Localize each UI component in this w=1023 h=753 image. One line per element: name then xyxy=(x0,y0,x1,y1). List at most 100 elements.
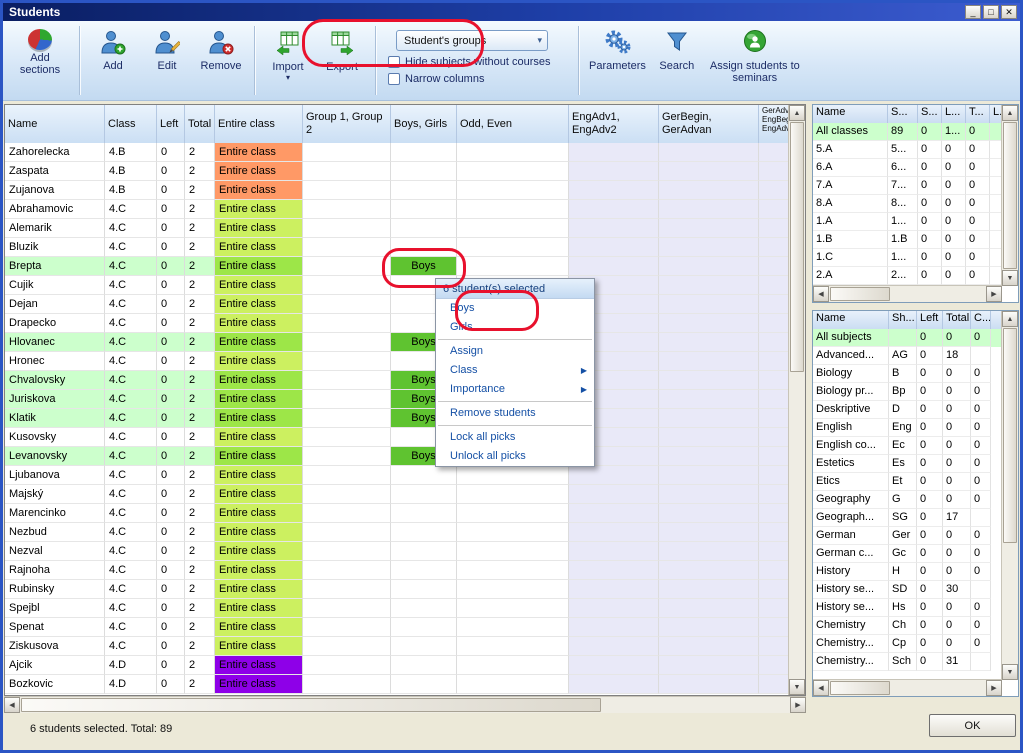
cell-name[interactable]: Ziskusova xyxy=(5,637,105,656)
cell-entire-class[interactable]: Entire class xyxy=(215,561,303,580)
cell-geradv[interactable] xyxy=(759,504,789,523)
cell-group[interactable] xyxy=(303,390,391,409)
cell-engadv[interactable] xyxy=(569,143,659,162)
cell[interactable]: Sch xyxy=(889,653,917,671)
cell-odd-even[interactable] xyxy=(457,675,569,694)
cell-left[interactable]: 0 xyxy=(157,599,185,618)
cell-class[interactable]: 4.C xyxy=(105,504,157,523)
cell-class[interactable]: 4.C xyxy=(105,352,157,371)
cell-group[interactable] xyxy=(303,238,391,257)
cell[interactable]: 0 xyxy=(942,231,966,249)
cell-group[interactable] xyxy=(303,447,391,466)
cell-left[interactable]: 0 xyxy=(157,466,185,485)
cell-group[interactable] xyxy=(303,257,391,276)
cell-entire-class[interactable]: Entire class xyxy=(215,390,303,409)
cell[interactable]: Et xyxy=(889,473,917,491)
narrow-columns-checkbox[interactable]: Narrow columns xyxy=(388,73,484,85)
cell-boys-girls[interactable] xyxy=(391,523,457,542)
cell-entire-class[interactable]: Entire class xyxy=(215,485,303,504)
cell-geradv[interactable] xyxy=(759,371,789,390)
cell-group[interactable] xyxy=(303,542,391,561)
cell-left[interactable]: 0 xyxy=(157,542,185,561)
cell-engadv[interactable] xyxy=(569,466,659,485)
cell[interactable]: History se... xyxy=(813,581,889,599)
cell[interactable]: 0 xyxy=(943,617,971,635)
column-header[interactable]: L... xyxy=(942,105,966,123)
cell-geradv[interactable] xyxy=(759,618,789,637)
cell-gerbegin[interactable] xyxy=(659,257,759,276)
table-row[interactable]: Rajnoha4.C02Entire class xyxy=(5,561,789,580)
cell[interactable]: 6.A xyxy=(813,159,888,177)
table-row[interactable]: Drapecko4.C02Entire class xyxy=(5,314,789,333)
cell[interactable]: 0 xyxy=(942,249,966,267)
cell[interactable]: 0 xyxy=(971,383,991,401)
cell[interactable]: 0 xyxy=(943,455,971,473)
class-row[interactable]: All classes8901...0 xyxy=(813,123,1002,141)
class-row[interactable]: 6.A6...000 xyxy=(813,159,1002,177)
cell[interactable]: 0 xyxy=(918,231,942,249)
cell-class[interactable]: 4.C xyxy=(105,238,157,257)
cell[interactable]: 0 xyxy=(971,437,991,455)
cell[interactable]: Ger xyxy=(889,527,917,545)
cell-total[interactable]: 2 xyxy=(185,409,215,428)
cell-geradv[interactable] xyxy=(759,447,789,466)
cell-gerbegin[interactable] xyxy=(659,447,759,466)
cell-entire-class[interactable]: Entire class xyxy=(215,257,303,276)
column-header[interactable]: Left xyxy=(157,105,185,143)
subject-row[interactable]: GeographyG000 xyxy=(813,491,1002,509)
cell[interactable]: 7... xyxy=(888,177,918,195)
cell-gerbegin[interactable] xyxy=(659,428,759,447)
table-row[interactable]: Cujik4.C02Entire class xyxy=(5,276,789,295)
cell-gerbegin[interactable] xyxy=(659,333,759,352)
scrollbar-thumb[interactable] xyxy=(790,122,804,372)
cell-engadv[interactable] xyxy=(569,181,659,200)
subject-row[interactable]: BiologyB000 xyxy=(813,365,1002,383)
subject-row[interactable]: German c...Gc000 xyxy=(813,545,1002,563)
cell-name[interactable]: Dejan xyxy=(5,295,105,314)
cell[interactable]: Estetics xyxy=(813,455,889,473)
vertical-scrollbar[interactable]: ▲ ▼ xyxy=(1001,311,1018,680)
cell[interactable]: 7.A xyxy=(813,177,888,195)
cell[interactable]: G xyxy=(889,491,917,509)
cell[interactable]: 0 xyxy=(943,545,971,563)
cell[interactable]: 31 xyxy=(943,653,971,671)
cell[interactable]: Ec xyxy=(889,437,917,455)
cell-name[interactable]: Klatik xyxy=(5,409,105,428)
cell-geradv[interactable] xyxy=(759,561,789,580)
cell-class[interactable]: 4.C xyxy=(105,466,157,485)
cell-engadv[interactable] xyxy=(569,656,659,675)
cell[interactable]: 0 xyxy=(966,267,990,285)
cell-name[interactable]: Nezbud xyxy=(5,523,105,542)
menu-item-class[interactable]: Class▶ xyxy=(436,361,594,380)
table-row[interactable]: Levanovsky4.C02Entire classBoys xyxy=(5,447,789,466)
cell[interactable]: B xyxy=(889,365,917,383)
cell-total[interactable]: 2 xyxy=(185,656,215,675)
class-row[interactable]: 8.A8...000 xyxy=(813,195,1002,213)
cell[interactable]: 0 xyxy=(966,213,990,231)
cell-name[interactable]: Majský xyxy=(5,485,105,504)
cell-engadv[interactable] xyxy=(569,162,659,181)
cell[interactable]: 0 xyxy=(917,545,943,563)
cell-gerbegin[interactable] xyxy=(659,371,759,390)
cell[interactable]: 0 xyxy=(943,383,971,401)
cell-engadv[interactable] xyxy=(569,637,659,656)
cell-boys-girls[interactable] xyxy=(391,637,457,656)
cell-gerbegin[interactable] xyxy=(659,675,759,694)
cell[interactable]: 0 xyxy=(917,347,943,365)
cell[interactable]: 0 xyxy=(918,249,942,267)
cell-left[interactable]: 0 xyxy=(157,580,185,599)
cell-engadv[interactable] xyxy=(569,523,659,542)
cell[interactable]: 0 xyxy=(917,617,943,635)
scroll-right-button[interactable]: ▶ xyxy=(986,680,1002,696)
cell-name[interactable]: Chvalovsky xyxy=(5,371,105,390)
subject-row[interactable]: Chemistry...Sch031 xyxy=(813,653,1002,671)
cell-gerbegin[interactable] xyxy=(659,276,759,295)
scroll-left-button[interactable]: ◀ xyxy=(813,680,829,696)
menu-item-girls[interactable]: Girls xyxy=(436,318,594,337)
subject-row[interactable]: History se...SD030 xyxy=(813,581,1002,599)
table-row[interactable]: Chvalovsky4.C02Entire classBoys xyxy=(5,371,789,390)
cell-left[interactable]: 0 xyxy=(157,637,185,656)
column-header[interactable]: Left xyxy=(917,311,943,329)
cell-left[interactable]: 0 xyxy=(157,295,185,314)
cell-group[interactable] xyxy=(303,561,391,580)
